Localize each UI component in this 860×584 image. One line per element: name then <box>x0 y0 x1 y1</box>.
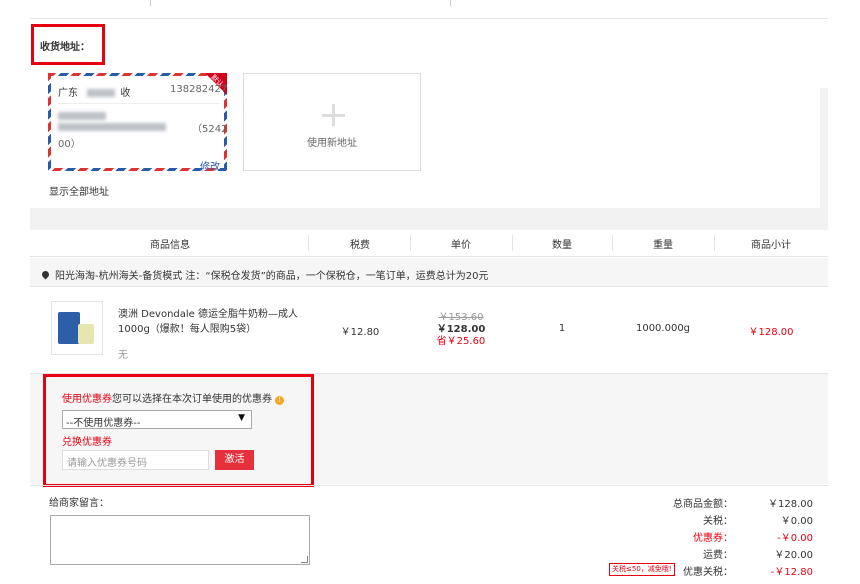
address-recipient-line: 广东 收 138282427 <box>58 84 227 99</box>
highlight-box-address-label <box>31 24 105 65</box>
top-divider-mark <box>450 0 451 6</box>
use-new-address-button[interactable]: 使用新地址 <box>243 73 421 171</box>
product-unit-price: ￥128.00 <box>436 324 486 335</box>
summary-total-value: ￥128.00 <box>768 499 813 510</box>
address-card-default[interactable]: 默认 广东 收 138282427 （5242 00） 修改 <box>48 73 227 173</box>
address-card-divider <box>58 103 220 104</box>
product-row: 澳洲 Devondale 德运全脂牛奶粉—成人 1000g（爆款！每人限购5袋）… <box>30 287 828 374</box>
product-thumbnail[interactable] <box>51 301 103 355</box>
product-tax: ￥12.80 <box>340 327 380 338</box>
header-weight: 重量 <box>653 240 673 251</box>
product-price-cell: ￥153.60 ￥128.00 省￥25.60 <box>410 312 512 348</box>
summary-shipping-label: 运费： <box>703 550 733 561</box>
product-spec: 无 <box>118 350 128 361</box>
address-phone: 138282427 <box>170 84 228 95</box>
address-recipient-suffix: 收 <box>120 88 131 99</box>
resize-handle-icon[interactable] <box>301 556 308 563</box>
redacted-address-line-2 <box>58 123 166 131</box>
address-detail: （5242 00） <box>58 110 227 150</box>
header-product-info: 商品信息 <box>150 240 190 251</box>
header-tax: 税费 <box>350 240 370 251</box>
right-edge-strip <box>820 88 828 208</box>
message-textarea[interactable] <box>50 515 310 565</box>
header-separator <box>308 235 309 251</box>
order-table-header: 商品信息 税费 单价 数量 重量 商品小计 <box>30 230 828 257</box>
top-divider-mark <box>150 0 151 6</box>
warehouse-info-row: 阳光海淘-杭州海关-备货模式 注：“保税仓发货”的商品，一个保税仓，一笔订单，运… <box>30 258 828 287</box>
product-quantity: 1 <box>558 323 566 334</box>
header-unit-price: 单价 <box>451 240 471 251</box>
highlight-box-coupon <box>43 374 314 487</box>
summary-tariff-value: ￥0.00 <box>780 516 813 527</box>
use-new-address-label: 使用新地址 <box>307 138 357 149</box>
show-all-addresses-link[interactable]: 显示全部地址 <box>49 183 109 198</box>
address-postcode: （5242 <box>192 124 228 135</box>
location-pin-icon <box>40 269 51 280</box>
redacted-recipient-name <box>87 89 116 97</box>
section-divider <box>30 485 828 486</box>
product-weight: 1000.000g <box>635 323 691 334</box>
header-quantity: 数量 <box>552 240 572 251</box>
plus-icon-bar <box>322 114 345 117</box>
product-original-price: ￥153.60 <box>438 312 484 323</box>
summary-shipping-value: ￥20.00 <box>774 550 813 561</box>
summary-tariff-discount-value: -￥12.80 <box>770 567 813 578</box>
product-name-link[interactable]: 澳洲 Devondale 德运全脂牛奶粉—成人 1000g（爆款！每人限购5袋） <box>118 307 303 337</box>
warehouse-info-text: 阳光海淘-杭州海关-备货模式 注：“保税仓发货”的商品，一个保税仓，一笔订单，运… <box>55 271 489 282</box>
summary-total-label: 总商品金额： <box>673 499 733 510</box>
address-postcode-tail: 00） <box>58 139 81 150</box>
product-subtotal: ￥128.00 <box>748 327 794 338</box>
milk-powder-bag-image <box>58 312 80 344</box>
product-savings: 省￥25.60 <box>436 336 486 347</box>
summary-tariff-discount-label: 优惠关税： <box>683 567 733 578</box>
warehouse-info: 阳光海淘-杭州海关-备货模式 注：“保税仓发货”的商品，一个保税仓，一笔订单，运… <box>40 267 489 282</box>
address-postcode-value: 5242 <box>202 124 228 135</box>
milk-powder-box-image <box>78 324 94 344</box>
section-separator-band <box>30 208 828 230</box>
redacted-address-line-1 <box>58 112 106 120</box>
summary-coupon-value: -￥0.00 <box>777 533 813 544</box>
summary-tariff-label: 关税： <box>703 516 733 527</box>
edit-address-link[interactable]: 修改 <box>200 158 220 173</box>
top-divider <box>30 18 828 19</box>
address-card-content: 广东 收 138282427 （5242 00） 修改 <box>58 84 227 173</box>
message-label: 给商家留言： <box>49 498 109 509</box>
address-province: 广东 <box>58 88 78 99</box>
tax-exemption-note: 关税≤50，减免哦! <box>609 563 675 576</box>
summary-coupon-label: 优惠券： <box>693 533 733 544</box>
header-subtotal: 商品小计 <box>751 240 791 251</box>
